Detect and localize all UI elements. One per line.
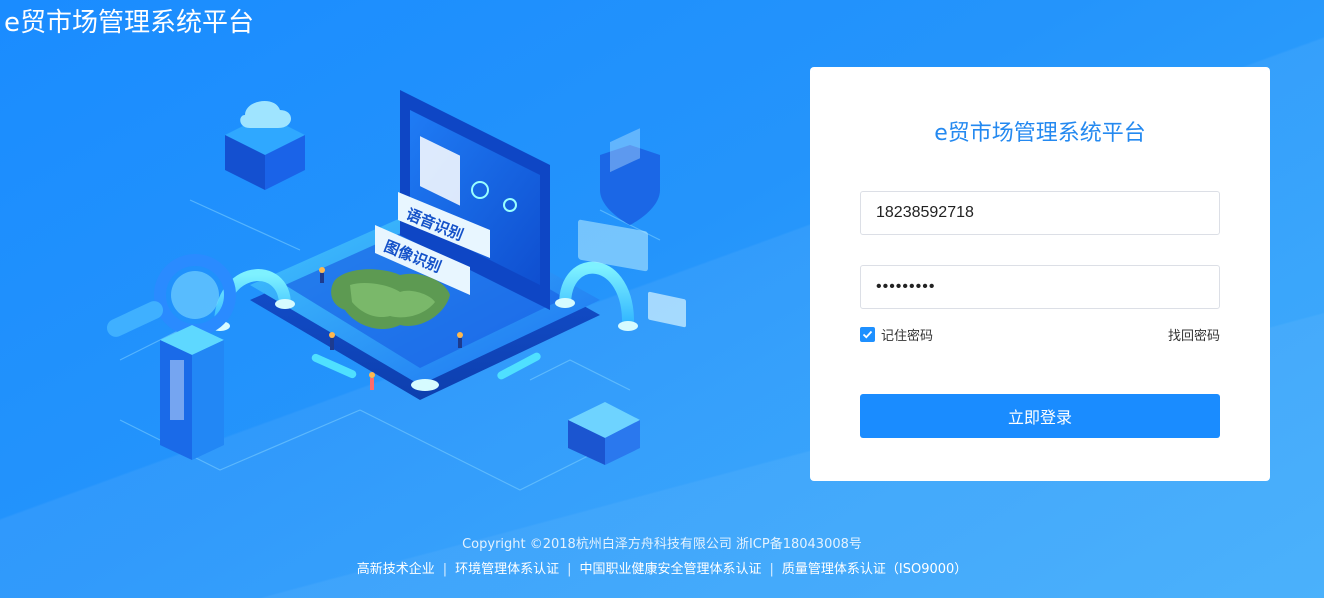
remember-password-checkbox[interactable]: 记住密码 [860, 325, 934, 344]
app-title: e贸市场管理系统平台 [4, 8, 254, 38]
cert-environment: 环境管理体系认证 [455, 562, 560, 577]
login-card: e贸市场管理系统平台 记住密码 找回密码 立即登录 [810, 67, 1270, 481]
cert-high-tech: 高新技术企业 [356, 562, 435, 577]
footer-separator: | [567, 562, 572, 577]
hero-illustration: 语音识别 图像识别 [106, 90, 686, 491]
password-input[interactable] [860, 265, 1220, 309]
cloud-server [225, 100, 305, 190]
footer-copyright: Copyright ©2018杭州白泽方舟科技有限公司 浙ICP备1804300… [462, 537, 862, 552]
magnifier [106, 254, 236, 337]
footer-certifications: 高新技术企业 | 环境管理体系认证 | 中国职业健康安全管理体系认证 | 质量管理体系认证（… [0, 558, 1324, 577]
footer-separator: | [769, 562, 774, 577]
cert-occupational-health: 中国职业健康安全管理体系认证 [579, 562, 762, 577]
forgot-password-link[interactable]: 找回密码 [1168, 325, 1220, 344]
login-button[interactable]: 立即登录 [860, 394, 1220, 438]
username-input[interactable] [860, 191, 1220, 235]
server-tower [160, 325, 224, 460]
cert-quality-iso: 质量管理体系认证（ISO9000） [781, 562, 968, 577]
checkbox-checked-icon[interactable] [860, 326, 875, 342]
login-title: e贸市场管理系统平台 [934, 121, 1146, 146]
footer-separator: | [442, 562, 448, 577]
remember-password-label: 记住密码 [881, 328, 934, 344]
